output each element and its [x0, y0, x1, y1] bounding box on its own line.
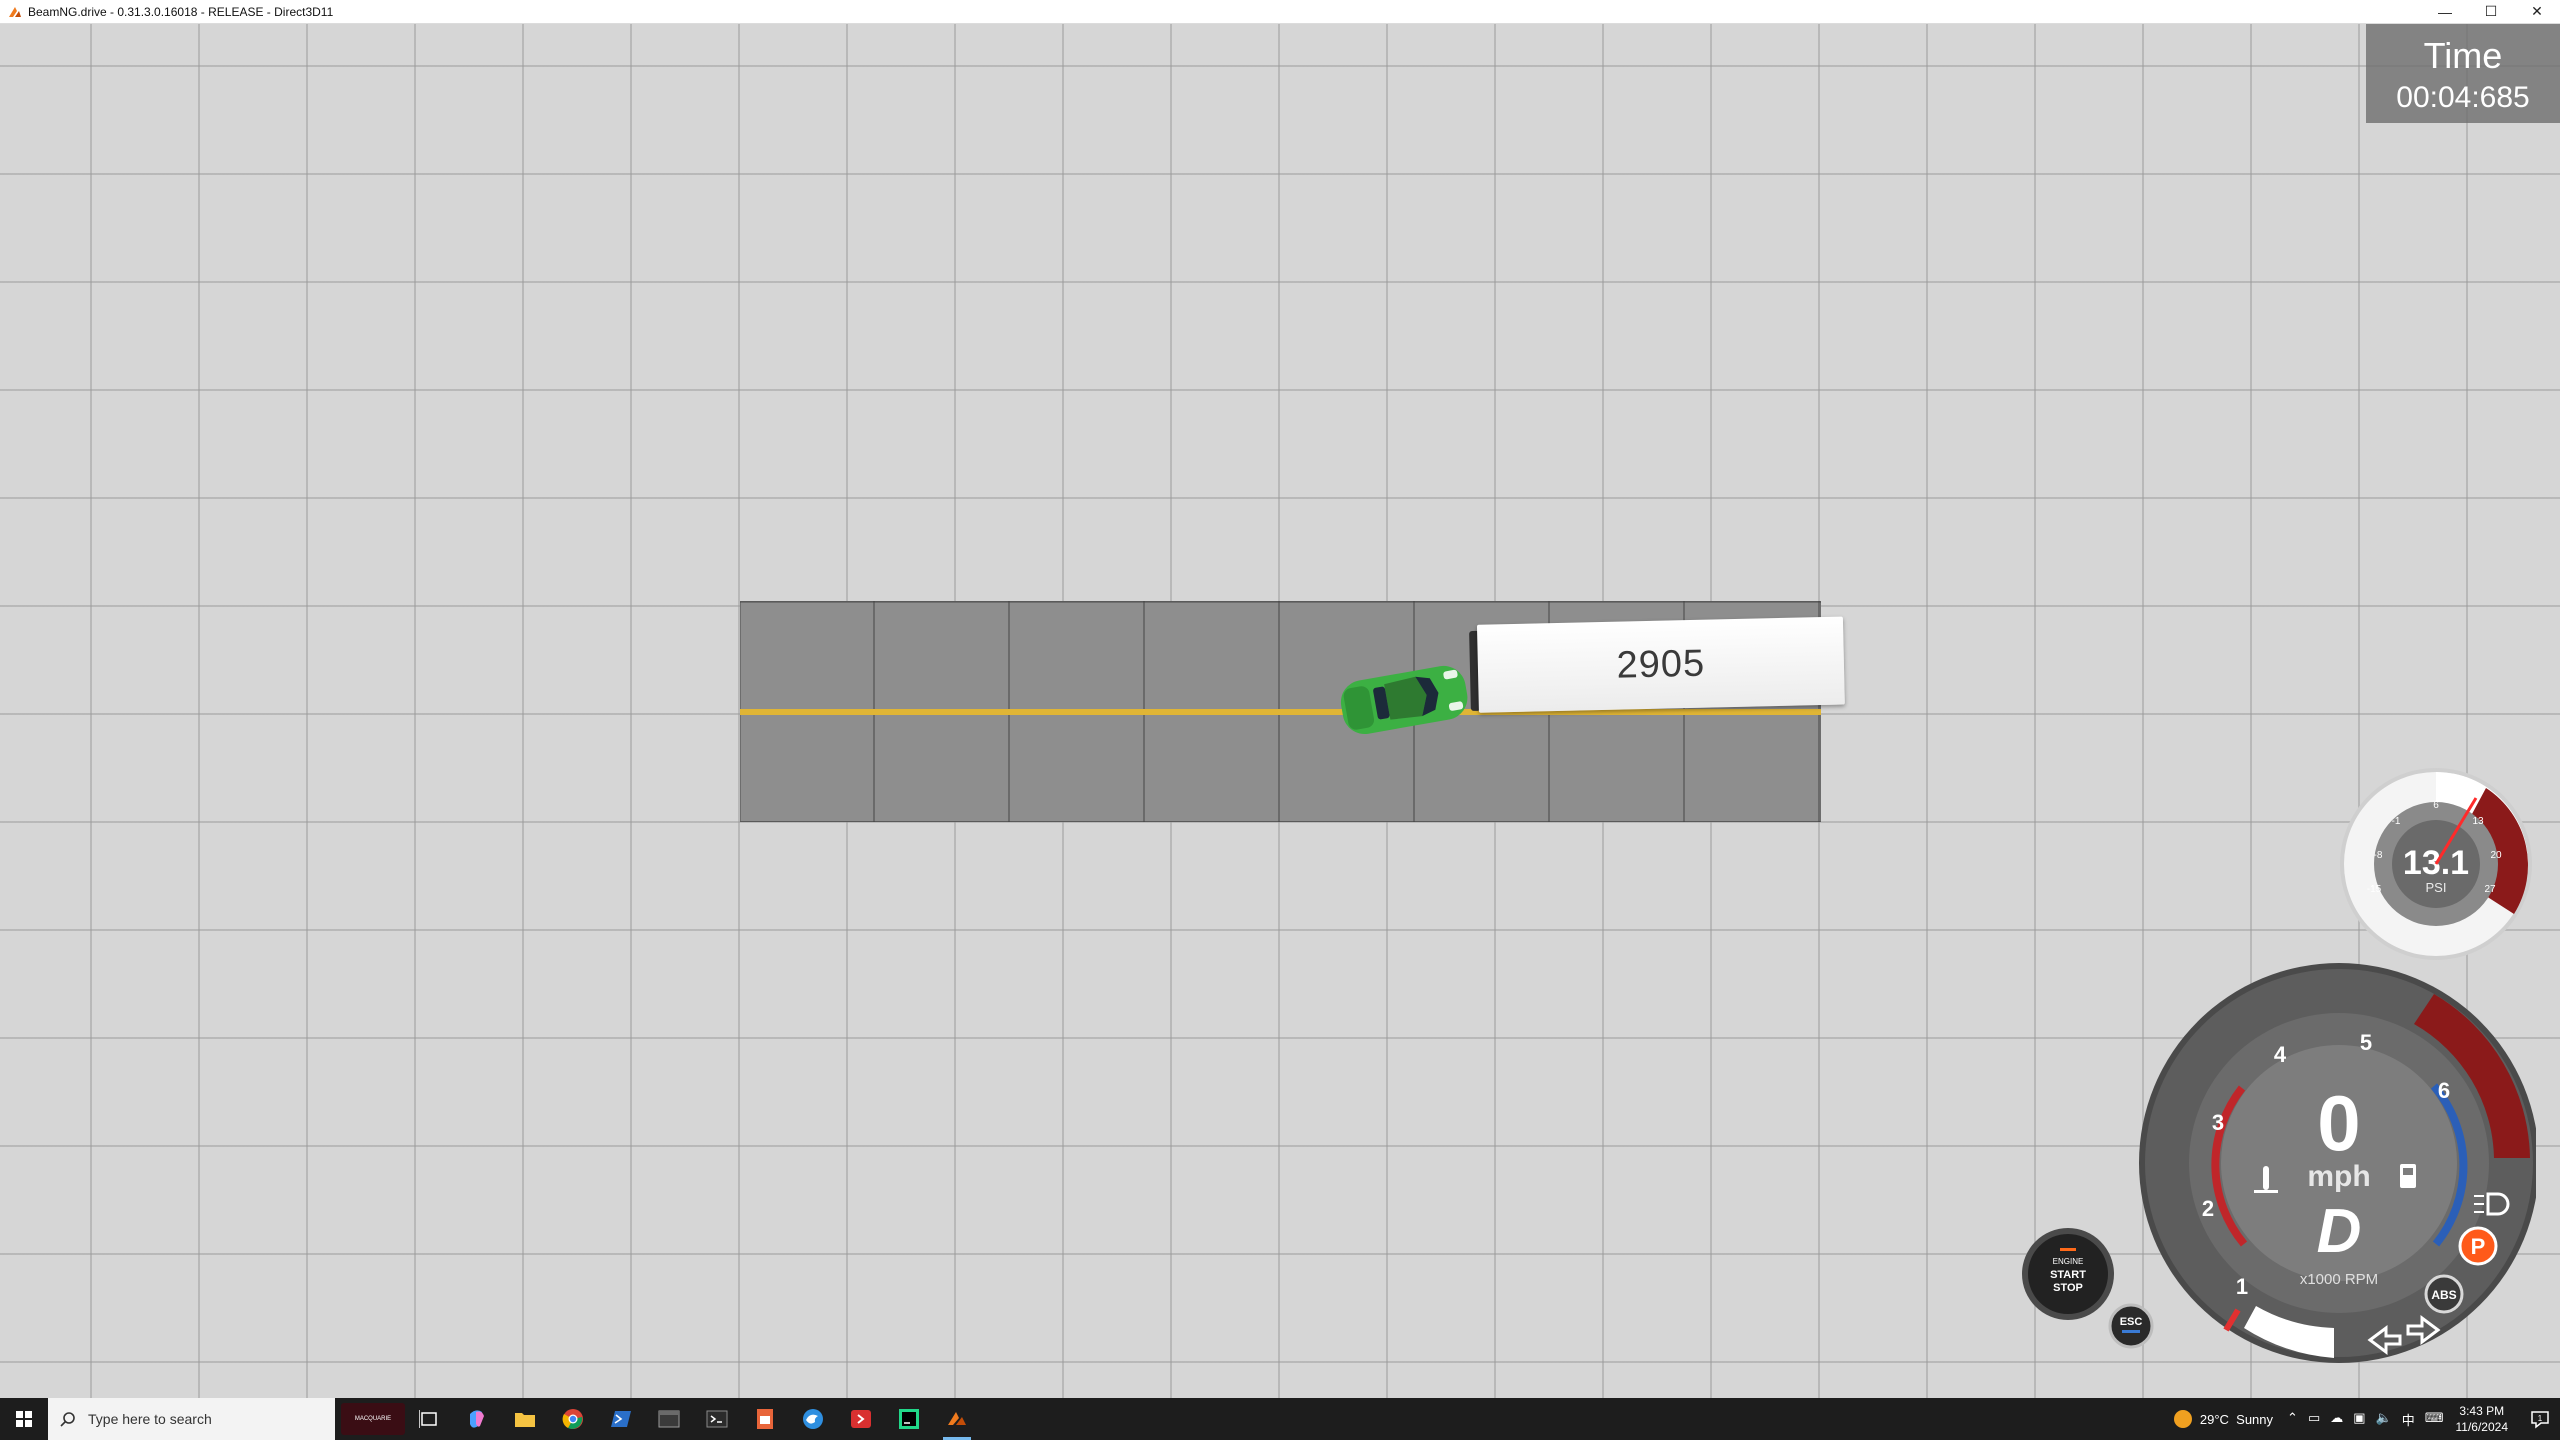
engine-label-2: START: [2050, 1269, 2086, 1281]
boost-tick: 13: [2472, 816, 2484, 827]
boost-tick: -8: [2374, 850, 2383, 861]
powershell-icon: [611, 1411, 631, 1427]
boost-tick: 6: [2433, 800, 2439, 811]
sunny-icon: [2173, 1410, 2192, 1428]
weather-desc: Sunny: [2236, 1411, 2274, 1427]
boost-tick: -15: [2367, 884, 2382, 895]
notification-count: 1: [2538, 1414, 2543, 1423]
weather-temp: 29°C: [2199, 1411, 2229, 1427]
beamng-app-icon: [9, 6, 21, 17]
player-car: [1340, 665, 1468, 735]
chevron-up-icon[interactable]: ⌃: [2287, 1410, 2298, 1429]
rpm-tick: 1: [2236, 1274, 2248, 1299]
speedometer-gauge: 1 2 3 4 5 6 0 mph D x1000 RPM P ABS: [2139, 963, 2536, 1363]
engine-label-1: ENGINE: [2053, 1257, 2084, 1266]
search-placeholder: Type here to search: [88, 1411, 212, 1427]
taskbar-app-pycharm[interactable]: [885, 1398, 933, 1440]
gear-indicator: D: [2317, 1197, 2362, 1266]
abs-indicator: ABS: [2424, 1274, 2464, 1314]
task-view-icon: [419, 1410, 437, 1428]
taskbar-app-window[interactable]: [645, 1398, 693, 1440]
copilot-icon: [470, 1410, 484, 1428]
truck-trailer: 2905: [1469, 616, 1846, 717]
notification-icon: 1: [2531, 1411, 2549, 1429]
task-view-button[interactable]: [405, 1398, 453, 1440]
windows-taskbar: Type here to search MACQUARIE 29°C Sunny…: [0, 1398, 2560, 1440]
taskbar-app-beamng[interactable]: [933, 1398, 981, 1440]
parking-brake-indicator: P: [2458, 1226, 2498, 1266]
taskbar-app-chrome[interactable]: [549, 1398, 597, 1440]
weather-widget[interactable]: 29°C Sunny: [2173, 1410, 2274, 1428]
input-language[interactable]: 中: [2402, 1410, 2415, 1429]
macquarie-search-badge[interactable]: MACQUARIE: [341, 1403, 405, 1435]
rpm-tick: 3: [2212, 1110, 2224, 1135]
onedrive-icon[interactable]: ☁: [2330, 1410, 2343, 1429]
rpm-tick: 5: [2360, 1030, 2372, 1055]
start-button[interactable]: [0, 1398, 48, 1440]
taskbar-app-copilot[interactable]: [453, 1398, 501, 1440]
clock-date: 11/6/2024: [2455, 1420, 2509, 1434]
trailer-number: 2905: [1616, 642, 1706, 687]
boost-tick: 20: [2490, 850, 2502, 861]
beamng-icon: [948, 1412, 966, 1425]
windows-logo-icon: [16, 1411, 32, 1427]
rpm-tick: 4: [2274, 1042, 2287, 1067]
boost-tick: 27: [2484, 884, 2496, 895]
abs-label: ABS: [2431, 1288, 2456, 1302]
speed-unit: mph: [2307, 1160, 2370, 1193]
window-title: BeamNG.drive - 0.31.3.0.16018 - RELEASE …: [28, 4, 334, 19]
browser-icon: [803, 1409, 823, 1429]
system-tray: 29°C Sunny ⌃ ▭ ☁ ▣ 🔈 中 ⌨ 3:43 PM 11/6/20…: [2173, 1398, 2560, 1440]
rpm-label: x1000 RPM: [2300, 1271, 2378, 1288]
pycharm-icon: [899, 1409, 919, 1429]
chrome-icon: [562, 1409, 583, 1429]
engine-label-3: STOP: [2053, 1282, 2083, 1294]
taskbar-app-document[interactable]: [741, 1398, 789, 1440]
close-button[interactable]: ✕: [2514, 0, 2560, 23]
badge-text: MACQUARIE: [354, 1416, 392, 1422]
boost-gauge: -15 -8 -1 6 13 20 27 13.1 PSI: [2340, 768, 2532, 960]
esc-indicator: ESC: [2108, 1303, 2154, 1349]
rpm-tick: 2: [2202, 1196, 2214, 1221]
parking-label: P: [2471, 1234, 2486, 1259]
taskbar-app-powershell[interactable]: [597, 1398, 645, 1440]
boost-unit: PSI: [2426, 880, 2447, 895]
keyboard-icon[interactable]: ⌨: [2425, 1410, 2444, 1429]
network-icon[interactable]: ▭: [2308, 1410, 2320, 1429]
trailer-body: 2905: [1476, 616, 1845, 713]
red-app-icon: [851, 1410, 871, 1428]
taskbar-search-box[interactable]: Type here to search: [48, 1398, 335, 1440]
speed-value: 0: [2317, 1079, 2360, 1167]
race-timer: Time 00:04:685: [2366, 23, 2560, 123]
notification-center-button[interactable]: 1: [2520, 1398, 2560, 1440]
speaker-icon[interactable]: 🔈: [2376, 1410, 2392, 1429]
boost-tick: -1: [2392, 816, 2401, 827]
engine-start-stop-button[interactable]: ENGINE START STOP: [2020, 1226, 2116, 1322]
taskbar-app-edge[interactable]: [789, 1398, 837, 1440]
taskbar-clock[interactable]: 3:43 PM 11/6/2024: [2456, 1403, 2509, 1435]
document-icon: [757, 1409, 773, 1429]
rpm-tick: 6: [2438, 1078, 2450, 1103]
esc-label: ESC: [2120, 1316, 2143, 1328]
fuel-icon: [2400, 1164, 2416, 1188]
window-titlebar: BeamNG.drive - 0.31.3.0.16018 - RELEASE …: [0, 0, 2560, 24]
terminal-icon: [706, 1410, 728, 1428]
display-icon[interactable]: ▣: [2353, 1410, 2365, 1429]
folder-icon: [515, 1413, 535, 1427]
taskbar-app-terminal[interactable]: [693, 1398, 741, 1440]
search-icon: [60, 1412, 75, 1427]
clock-time: 3:43 PM: [2459, 1404, 2505, 1418]
taskbar-app-red[interactable]: [837, 1398, 885, 1440]
taskbar-app-file-explorer[interactable]: [501, 1398, 549, 1440]
app-window-icon: [658, 1410, 680, 1428]
timer-value: 00:04:685: [2396, 81, 2530, 114]
tray-icons: ⌃ ▭ ☁ ▣ 🔈 中 ⌨: [2287, 1410, 2443, 1429]
timer-label: Time: [2423, 35, 2503, 76]
minimize-button[interactable]: —: [2422, 0, 2468, 23]
maximize-button[interactable]: ☐: [2468, 0, 2514, 23]
